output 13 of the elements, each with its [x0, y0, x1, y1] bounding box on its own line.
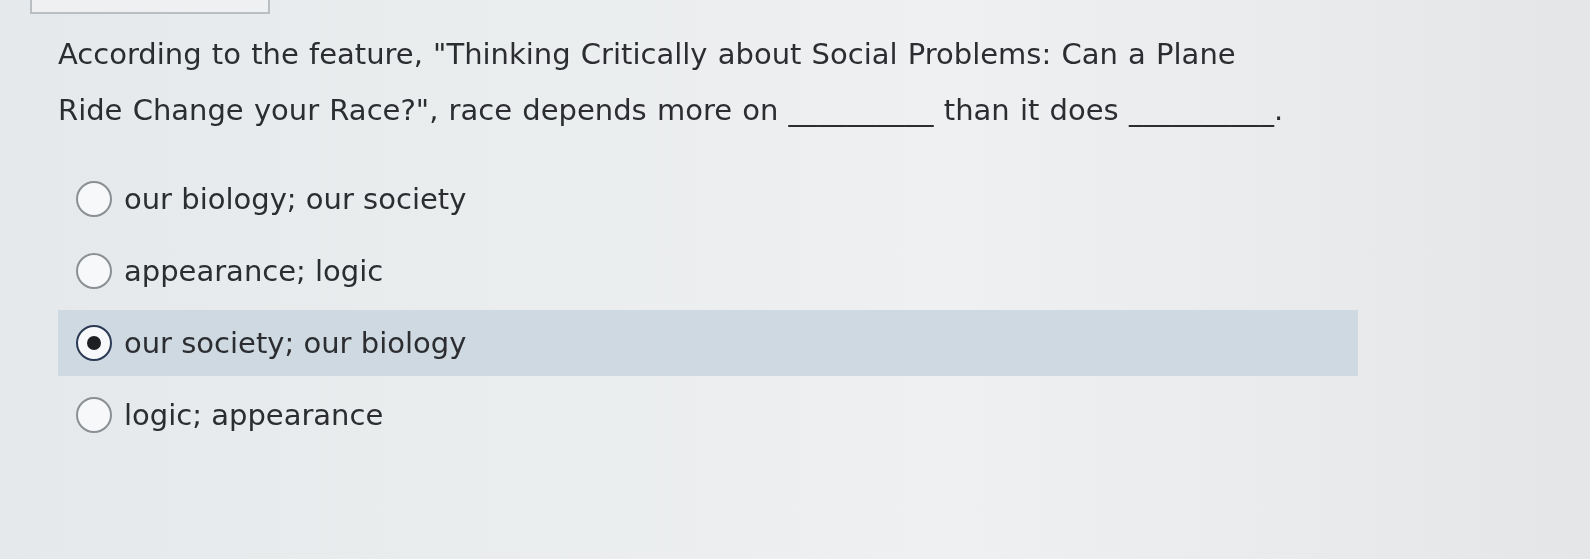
selected-option-row[interactable]: our society; our biology [58, 310, 1358, 376]
option-row[interactable]: logic; appearance [58, 382, 1358, 448]
option-label: appearance; logic [124, 254, 384, 288]
option-label: logic; appearance [124, 398, 384, 432]
radio-button[interactable] [76, 325, 112, 361]
radio-button[interactable] [76, 397, 112, 433]
option-label: our biology; our society [124, 182, 467, 216]
option-label: our society; our biology [124, 326, 467, 360]
radio-button[interactable] [76, 181, 112, 217]
radio-button[interactable] [76, 253, 112, 289]
option-row[interactable]: appearance; logic [58, 238, 1358, 304]
option-row[interactable]: our biology; our society [58, 166, 1358, 232]
question-text: According to the feature, "Thinking Critically about Social Problems: Can a Plane Ride Change your Race?", race depends more on __________ than it does __________. [58, 36, 1285, 129]
